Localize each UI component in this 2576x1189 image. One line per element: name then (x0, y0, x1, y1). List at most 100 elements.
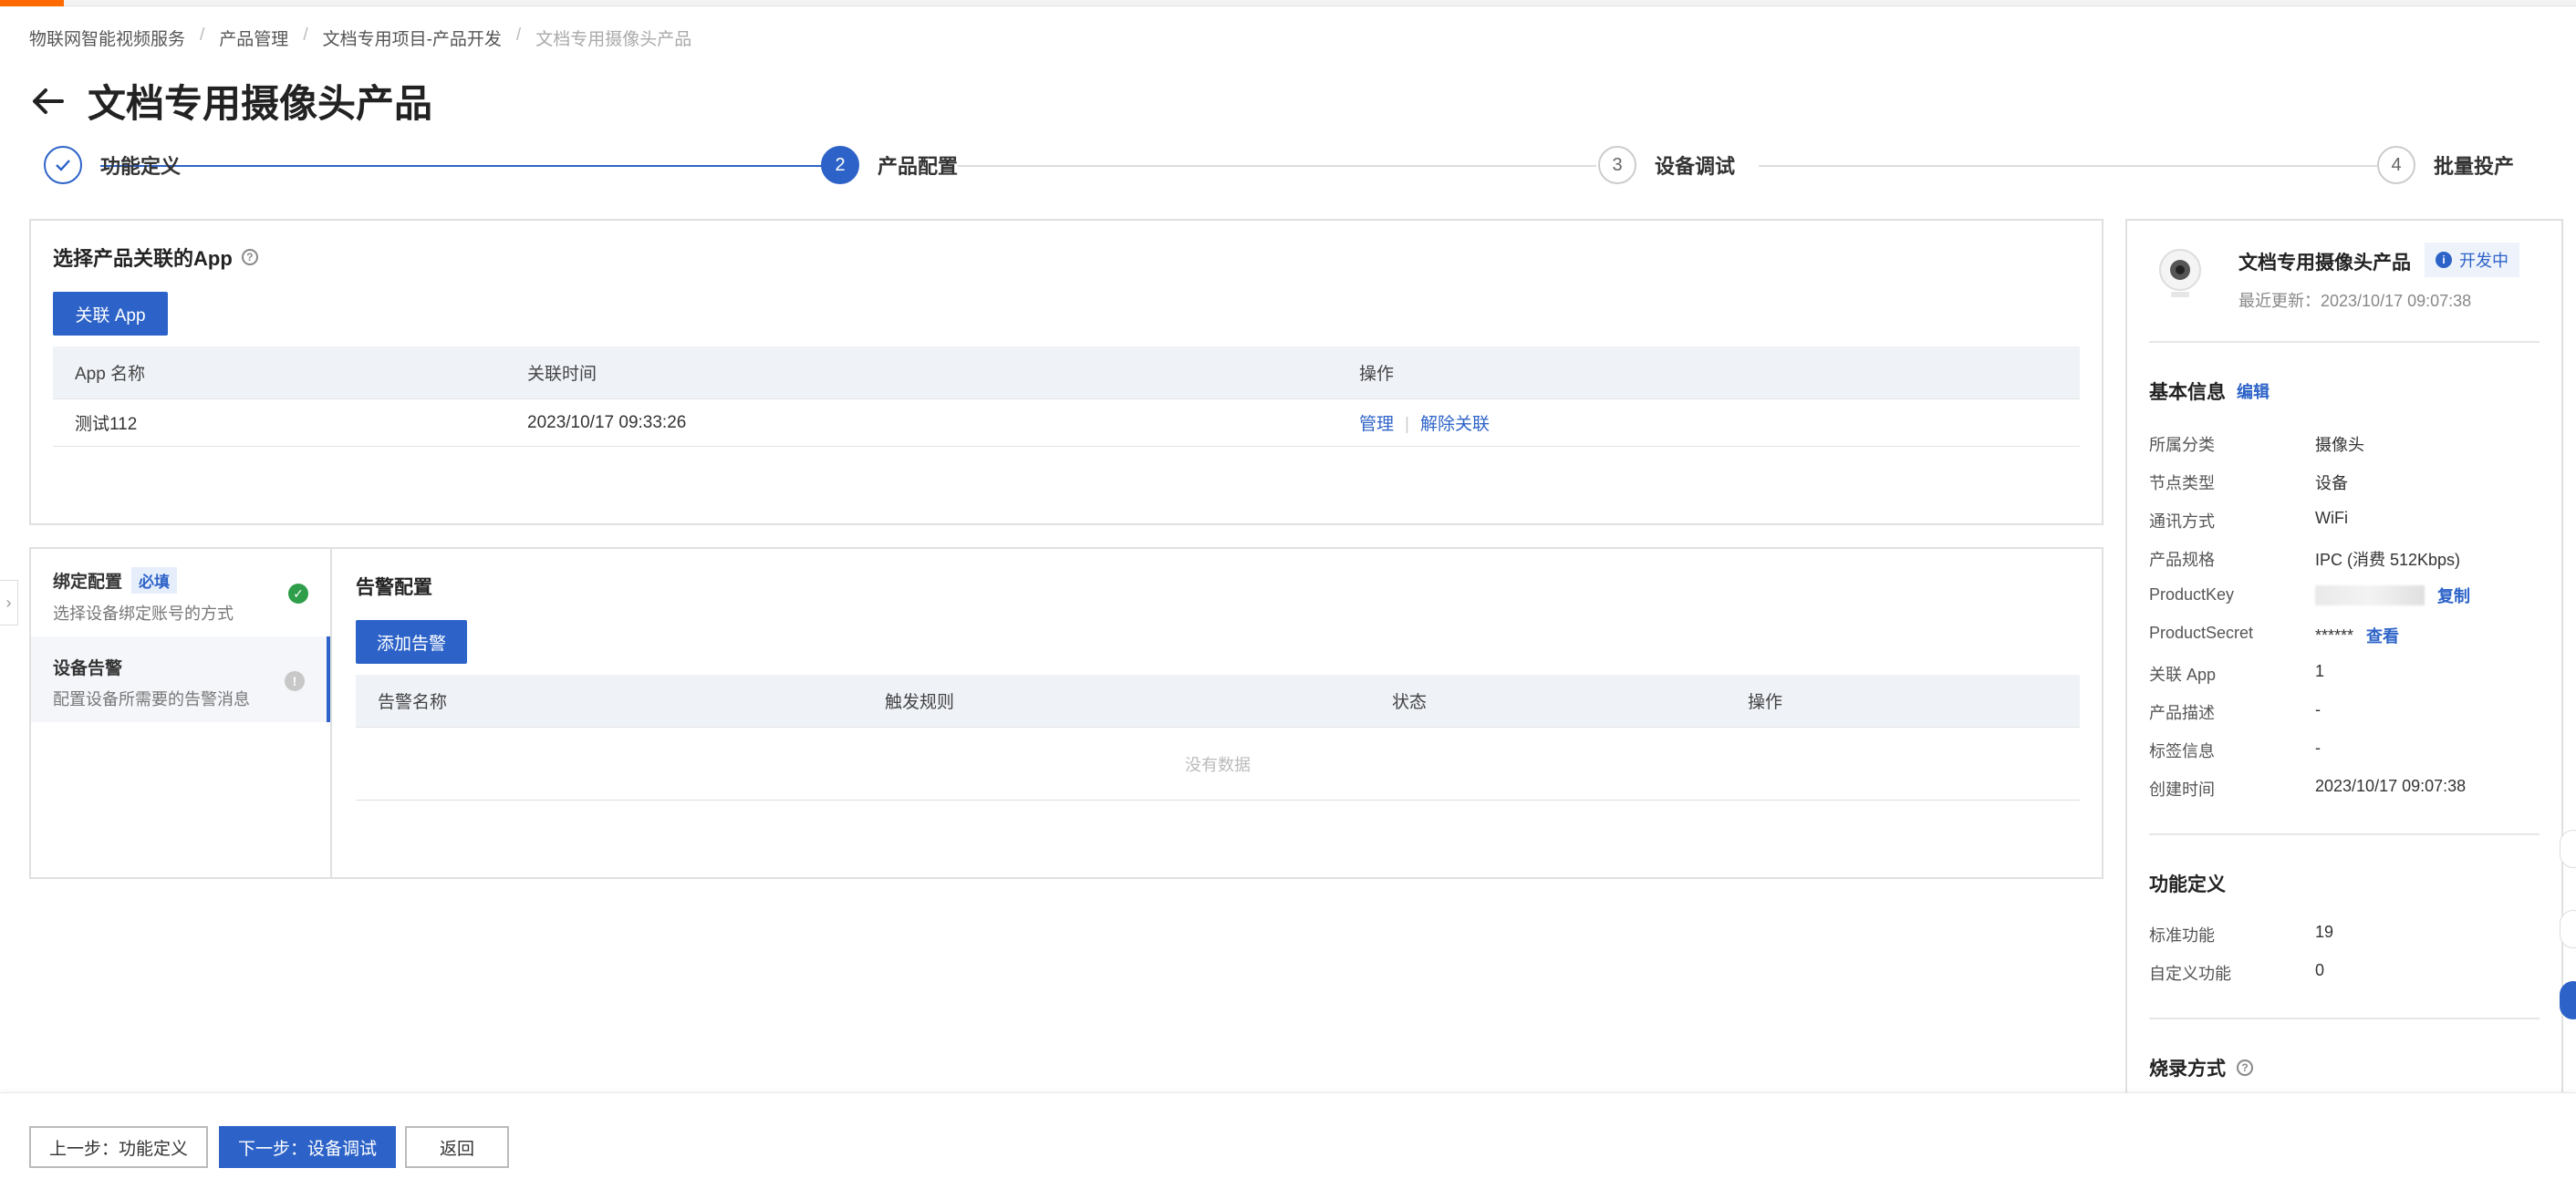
brand-accent (0, 0, 64, 6)
section-title: 选择产品关联的App ? (53, 243, 258, 272)
info-value-text: 摄像头 (2315, 436, 2364, 454)
info-key: 节点类型 (2149, 474, 2215, 492)
info-key: 产品描述 (2149, 704, 2215, 722)
app-name: 测试112 (75, 415, 138, 434)
breadcrumb-current: 文档专用摄像头产品 (535, 30, 692, 49)
column-header: 状态 (1392, 693, 1428, 712)
float-help-button[interactable] (2560, 981, 2576, 1019)
info-value-text: 1 (2315, 662, 2325, 680)
step-label: 批量投产 (2434, 155, 2515, 178)
help-icon[interactable]: ? (2237, 1060, 2253, 1076)
prev-step-button[interactable]: 上一步：功能定义 (29, 1126, 208, 1168)
view-secret-link[interactable]: 查看 (2366, 624, 2399, 647)
column-header: 操作 (1748, 693, 1783, 712)
breadcrumb-item[interactable]: 产品管理 (219, 26, 288, 50)
add-alarm-button[interactable]: 添加告警 (356, 620, 467, 664)
manage-link[interactable]: 管理 (1359, 415, 1394, 434)
column-header: 触发规则 (885, 693, 955, 712)
info-value: - (2315, 739, 2321, 758)
step-number: 2 (821, 146, 859, 184)
menu-item-label: 绑定配置 (53, 573, 123, 592)
link-time: 2023/10/17 09:33:26 (527, 412, 687, 432)
float-button[interactable] (2560, 910, 2576, 948)
product-key-redacted (2315, 585, 2425, 605)
divider (2149, 1018, 2540, 1019)
edit-link[interactable]: 编辑 (2237, 379, 2270, 403)
back-button[interactable]: 返回 (405, 1126, 509, 1168)
function-definition-title: 功能定义 (2149, 870, 2226, 897)
info-value: 摄像头 (2315, 432, 2364, 456)
table-header: 告警名称 触发规则 状态 操作 (356, 675, 2080, 728)
info-value-text: 设备 (2315, 474, 2348, 492)
breadcrumb-separator: / (303, 26, 308, 45)
divider (2149, 833, 2540, 835)
table-row: 测试112 2023/10/17 09:33:26 管理 | 解除关联 (53, 399, 2080, 447)
info-value: ****** 查看 (2315, 624, 2399, 647)
breadcrumb-separator: / (515, 26, 522, 45)
section-title-text: 烧录方式 (2149, 1059, 2226, 1080)
required-badge: 必填 (131, 567, 178, 594)
menu-item-binding-config[interactable]: 绑定配置 必填 选择设备绑定账号的方式 ✓ (31, 549, 330, 635)
camera-icon (2153, 246, 2207, 301)
info-value-text: - (2315, 739, 2321, 757)
top-bar (0, 0, 2576, 6)
info-value-text: IPC (消费 512Kbps) (2315, 551, 2461, 569)
breadcrumb-item[interactable]: 文档专用项目-产品开发 (323, 26, 502, 50)
info-value: IPC (消费 512Kbps) (2315, 547, 2460, 571)
info-key: ProductSecret (2149, 624, 2254, 642)
column-header: 关联时间 (527, 365, 597, 384)
column-header: 告警名称 (378, 693, 448, 712)
info-value-text: WiFi (2315, 509, 2348, 527)
step-device-debug[interactable]: 3 设备调试 (1598, 146, 1735, 184)
step-label: 功能定义 (100, 155, 182, 178)
footer-bar: 上一步：功能定义 下一步：设备调试 返回 (0, 1092, 2576, 1189)
action-separator: | (1405, 415, 1409, 434)
step-product-config[interactable]: 2 产品配置 (821, 146, 958, 184)
title-row: 文档专用摄像头产品 (29, 73, 432, 129)
divider (2149, 341, 2540, 343)
info-key: 自定义功能 (2149, 965, 2231, 983)
help-icon[interactable]: ? (241, 249, 258, 265)
info-value-text: 19 (2315, 923, 2334, 941)
menu-item-title: 设备告警 (53, 655, 305, 679)
section-title-text: 基本信息 (2149, 382, 2226, 403)
status-badge: i 开发中 (2425, 243, 2519, 277)
column-header: 操作 (1359, 365, 1395, 384)
info-key: 标准功能 (2149, 926, 2215, 945)
check-circle-icon: ✓ (288, 584, 308, 604)
section-title-text: 功能定义 (2149, 874, 2226, 895)
status-badge-label: 开发中 (2459, 252, 2508, 270)
info-value-text: 0 (2315, 961, 2325, 979)
breadcrumb-item[interactable]: 物联网智能视频服务 (29, 26, 185, 50)
info-value: 0 (2315, 961, 2324, 980)
menu-item-desc: 选择设备绑定账号的方式 (53, 605, 234, 623)
info-value: 19 (2315, 923, 2333, 942)
product-info-panel: 文档专用摄像头产品 i 开发中 最近更新：2023/10/17 09:07:38… (2125, 219, 2563, 1094)
step-label: 产品配置 (878, 155, 959, 178)
app-table: App 名称 关联时间 操作 测试112 2023/10/17 09:33:26… (53, 346, 2080, 447)
next-step-button[interactable]: 下一步：设备调试 (219, 1126, 396, 1168)
link-app-button[interactable]: 关联 App (53, 292, 168, 336)
breadcrumb: 物联网智能视频服务 / 产品管理 / 文档专用项目-产品开发 / 文档专用摄像头产品 (29, 26, 691, 50)
float-button[interactable] (2560, 830, 2576, 868)
step-label: 设备调试 (1655, 155, 1736, 178)
menu-item-title: 绑定配置 必填 (53, 567, 308, 594)
section-title-text: 选择产品关联的App (53, 247, 233, 270)
product-name: 文档专用摄像头产品 (2238, 253, 2411, 274)
expand-panel-handle[interactable]: › (0, 580, 18, 626)
step-function-definition[interactable]: 功能定义 (44, 146, 181, 184)
info-key: 关联 App (2149, 666, 2217, 684)
check-icon (44, 146, 82, 184)
unlink-link[interactable]: 解除关联 (1420, 415, 1490, 434)
back-arrow-icon[interactable] (29, 83, 66, 119)
menu-item-device-alarm[interactable]: 设备告警 配置设备所需要的告警消息 ! (31, 636, 330, 722)
info-circle-icon: ! (285, 671, 305, 691)
last-update: 最近更新：2023/10/17 09:07:38 (2238, 292, 2472, 310)
copy-link[interactable]: 复制 (2437, 584, 2470, 607)
info-value: - (2315, 700, 2321, 719)
step-connector (1759, 165, 2388, 167)
step-progress: 功能定义 2 产品配置 3 设备调试 4 批量投产 (44, 146, 2514, 188)
info-value: 2023/10/17 09:07:38 (2315, 777, 2466, 796)
info-value-text: ****** (2315, 626, 2354, 645)
step-mass-production[interactable]: 4 批量投产 (2377, 146, 2514, 184)
